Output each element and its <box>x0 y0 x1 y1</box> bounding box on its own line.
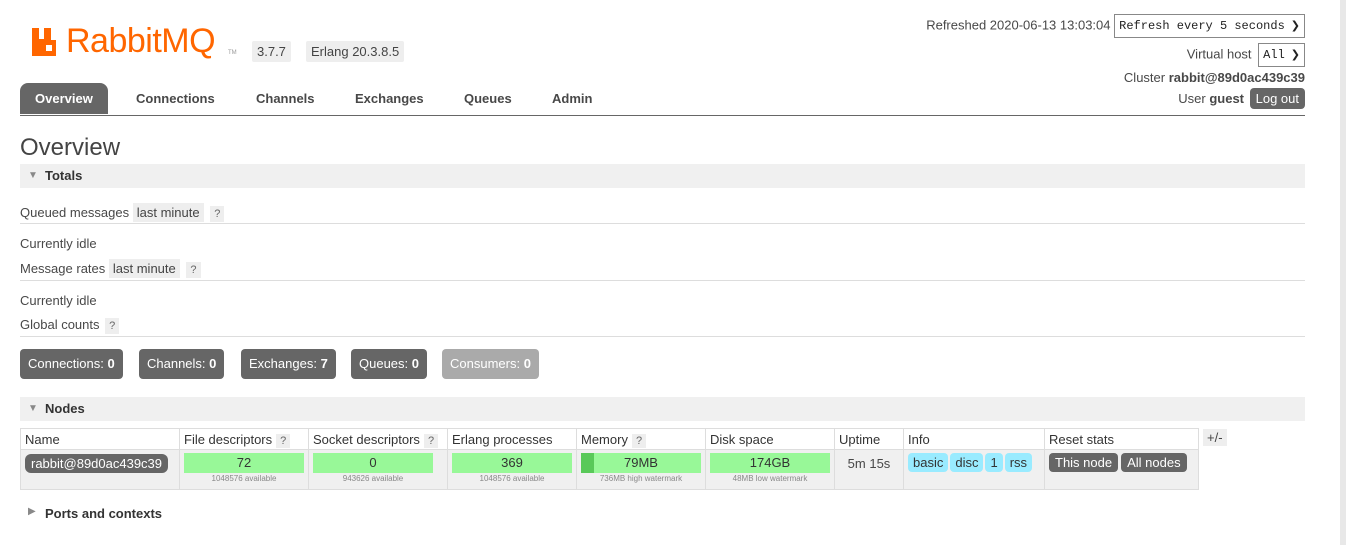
col-file-descriptors: File descriptors? <box>179 428 309 450</box>
memory-help-button[interactable]: ? <box>631 433 647 448</box>
logo-text: RabbitMQ <box>66 22 216 60</box>
rates-range-select[interactable]: last minute <box>108 259 180 278</box>
col-socket-descriptors: Socket descriptors? <box>308 428 448 450</box>
exchanges-count[interactable]: Exchanges: 7 <box>241 349 336 379</box>
file-descriptors-bar: 72 <box>184 453 304 473</box>
divider <box>20 336 1305 337</box>
queues-count[interactable]: Queues: 0 <box>351 349 428 379</box>
col-memory: Memory? <box>576 428 706 450</box>
tab-exchanges[interactable]: Exchanges <box>340 83 439 114</box>
totals-section-header[interactable]: ▼ Totals <box>20 164 1305 188</box>
disk-space-watermark: 48MB low watermark <box>732 474 808 483</box>
nodes-section-header[interactable]: ▼ Nodes <box>20 397 1305 421</box>
file-descriptors-available: 1048576 available <box>211 474 277 483</box>
col-reset-stats: Reset stats <box>1044 428 1199 450</box>
chevron-down-icon: ❯ <box>1290 48 1300 61</box>
triangle-down-icon: ▼ <box>28 403 38 414</box>
reset-stats-cell: This node All nodes <box>1044 449 1199 490</box>
reset-this-node-button[interactable]: This node <box>1049 453 1119 472</box>
refreshed-label: Refreshed 2020-06-13 13:03:04 <box>926 17 1111 33</box>
socket-descriptors-bar: 0 <box>313 453 433 473</box>
memory-bar: 79MB <box>581 453 701 473</box>
version-badge: 3.7.7 <box>252 41 291 62</box>
triangle-down-icon: ▼ <box>28 170 38 181</box>
socket-descriptors-help-button[interactable]: ? <box>423 433 439 448</box>
erlang-version-badge: Erlang 20.3.8.5 <box>306 41 405 62</box>
rates-status: Currently idle <box>20 293 97 308</box>
nodes-label: Nodes <box>45 401 85 416</box>
rates-help-button[interactable]: ? <box>186 262 201 278</box>
divider <box>20 280 1305 281</box>
global-counts-label: Global counts <box>20 317 100 332</box>
message-rates-row: Message rates last minute ? <box>20 259 201 278</box>
col-disk-space: Disk space <box>705 428 835 450</box>
queued-messages-label: Queued messages <box>20 205 130 220</box>
triangle-right-icon: ▶ <box>28 506 36 517</box>
info-tag-rss: rss <box>1004 453 1033 472</box>
table-row: rabbit@89d0ac439c39 72 1048576 available… <box>20 449 1199 490</box>
tab-overview[interactable]: Overview <box>20 83 108 114</box>
connections-count[interactable]: Connections: 0 <box>20 349 123 379</box>
tab-queues[interactable]: Queues <box>449 83 527 114</box>
node-name-link[interactable]: rabbit@89d0ac439c39 <box>25 454 169 473</box>
queued-help-button[interactable]: ? <box>210 206 225 222</box>
nodes-table: Name File descriptors? Socket descriptor… <box>20 428 1199 490</box>
memory-watermark: 736MB high watermark <box>599 474 683 483</box>
vhost-select[interactable]: All ❯ <box>1258 43 1305 67</box>
consumers-count[interactable]: Consumers: 0 <box>442 349 539 379</box>
ports-label: Ports and contexts <box>45 506 163 521</box>
queued-status: Currently idle <box>20 236 97 251</box>
col-info: Info <box>903 428 1045 450</box>
socket-descriptors-available: 943626 available <box>342 474 404 483</box>
vhost-label: Virtual host <box>1186 46 1252 62</box>
info-tag-count: 1 <box>985 453 1003 472</box>
divider <box>20 223 1305 224</box>
refresh-interval-select[interactable]: Refresh every 5 seconds ❯ <box>1114 14 1305 38</box>
page-title: Overview <box>20 134 121 161</box>
node-name-cell: rabbit@89d0ac439c39 <box>20 449 180 490</box>
scrollbar[interactable] <box>1340 0 1346 545</box>
logo-tm: TM <box>228 50 237 56</box>
file-descriptors-help-button[interactable]: ? <box>276 433 291 448</box>
refresh-row: Refreshed 2020-06-13 13:03:04 Refresh ev… <box>926 14 1305 38</box>
queued-range-select[interactable]: last minute <box>132 203 204 222</box>
column-toggle-button[interactable]: +/- <box>1203 429 1227 446</box>
uptime-cell: 5m 15s <box>834 449 904 490</box>
queued-messages-row: Queued messages last minute ? <box>20 203 225 222</box>
file-descriptors-cell: 72 1048576 available <box>179 449 309 490</box>
erlang-processes-bar: 369 <box>452 453 572 473</box>
ports-section-header[interactable]: ▶ Ports and contexts <box>20 505 320 525</box>
disk-space-bar: 174GB <box>710 453 830 473</box>
col-erlang-processes: Erlang processes <box>447 428 577 450</box>
erlang-processes-available: 1048576 available <box>479 474 545 483</box>
vhost-row: Virtual host All ❯ <box>1187 43 1305 67</box>
tab-admin[interactable]: Admin <box>537 83 607 114</box>
tab-channels[interactable]: Channels <box>241 83 330 114</box>
main-tabs: Overview Connections Channels Exchanges … <box>20 83 1305 116</box>
col-uptime: Uptime <box>834 428 904 450</box>
message-rates-label: Message rates <box>20 261 106 276</box>
channels-count[interactable]: Channels: 0 <box>139 349 225 379</box>
chevron-down-icon: ❯ <box>1290 19 1300 32</box>
tab-connections[interactable]: Connections <box>121 83 230 114</box>
memory-bar-fill <box>581 453 594 473</box>
memory-cell: 79MB 736MB high watermark <box>576 449 706 490</box>
nodes-header-row: Name File descriptors? Socket descriptor… <box>20 428 1199 450</box>
info-tag-disc: disc <box>950 453 984 472</box>
disk-space-cell: 174GB 48MB low watermark <box>705 449 835 490</box>
info-tag-basic: basic <box>908 453 949 472</box>
global-counts-row: Global counts ? <box>20 317 120 334</box>
info-cell: basic disc 1 rss <box>903 449 1045 490</box>
totals-label: Totals <box>45 168 83 183</box>
col-name: Name <box>20 428 180 450</box>
rabbit-logo-icon <box>32 28 56 56</box>
erlang-processes-cell: 369 1048576 available <box>447 449 577 490</box>
global-help-button[interactable]: ? <box>105 318 120 334</box>
socket-descriptors-cell: 0 943626 available <box>308 449 448 490</box>
reset-all-nodes-button[interactable]: All nodes <box>1121 453 1187 472</box>
